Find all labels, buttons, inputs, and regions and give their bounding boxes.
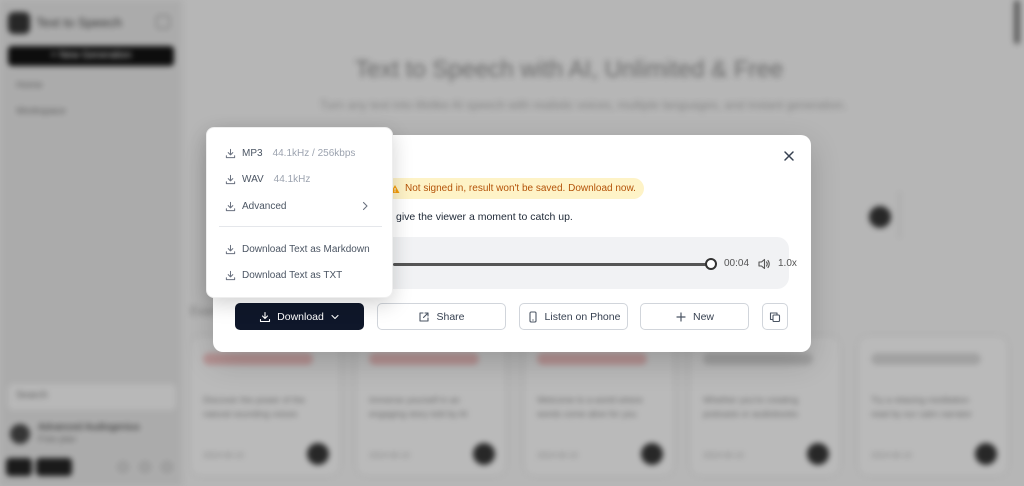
menu-item-advanced[interactable]: Advanced: [207, 194, 394, 218]
progress-thumb[interactable]: [705, 258, 717, 270]
download-label: Download: [277, 310, 324, 323]
download-icon: [225, 270, 236, 280]
new-label: New: [692, 310, 714, 323]
copy-icon: [769, 311, 781, 322]
warning-text: Not signed in, result won't be saved. Do…: [405, 183, 636, 194]
chevron-down-icon: [331, 314, 339, 319]
listen-on-phone-label: Listen on Phone: [544, 310, 621, 323]
menu-item-wav[interactable]: WAV 44.1kHz: [207, 167, 394, 191]
download-icon: [260, 311, 271, 322]
mp3-label: MP3: [242, 147, 263, 159]
plus-icon: [676, 311, 686, 322]
new-button[interactable]: New: [640, 303, 749, 330]
download-menu: MP3 44.1kHz / 256kbps WAV 44.1kHz Advanc…: [206, 127, 393, 298]
menu-item-txt[interactable]: Download Text as TXT: [207, 263, 394, 287]
not-signed-in-warning: Not signed in, result won't be saved. Do…: [384, 178, 644, 199]
wav-quality: 44.1kHz: [273, 173, 311, 185]
share-icon: [419, 311, 430, 322]
menu-item-markdown[interactable]: Download Text as Markdown: [207, 237, 394, 261]
download-button[interactable]: Download: [235, 303, 364, 330]
download-icon: [225, 244, 236, 254]
mp3-quality: 44.1kHz / 256kbps: [272, 147, 356, 159]
listen-on-phone-button[interactable]: Listen on Phone: [519, 303, 628, 330]
download-icon: [225, 148, 236, 158]
txt-label: Download Text as TXT: [242, 269, 343, 281]
advanced-label: Advanced: [242, 200, 287, 212]
wav-label: WAV: [242, 173, 264, 185]
volume-icon[interactable]: [757, 257, 771, 271]
menu-divider: [219, 226, 382, 227]
chevron-right-icon: [362, 201, 368, 211]
share-button[interactable]: Share: [377, 303, 506, 330]
progress-track[interactable]: [393, 263, 711, 266]
download-icon: [225, 174, 236, 184]
playback-speed[interactable]: 1.0x: [778, 258, 797, 269]
download-icon: [225, 201, 236, 211]
source-text-snippet: give the viewer a moment to catch up.: [396, 211, 573, 223]
close-icon[interactable]: [781, 148, 797, 164]
menu-item-mp3[interactable]: MP3 44.1kHz / 256kbps: [207, 141, 394, 165]
copy-button[interactable]: [762, 303, 788, 330]
phone-icon: [528, 310, 537, 323]
share-label: Share: [436, 310, 465, 323]
markdown-label: Download Text as Markdown: [242, 243, 370, 255]
playback-time: 00:04: [724, 258, 750, 269]
